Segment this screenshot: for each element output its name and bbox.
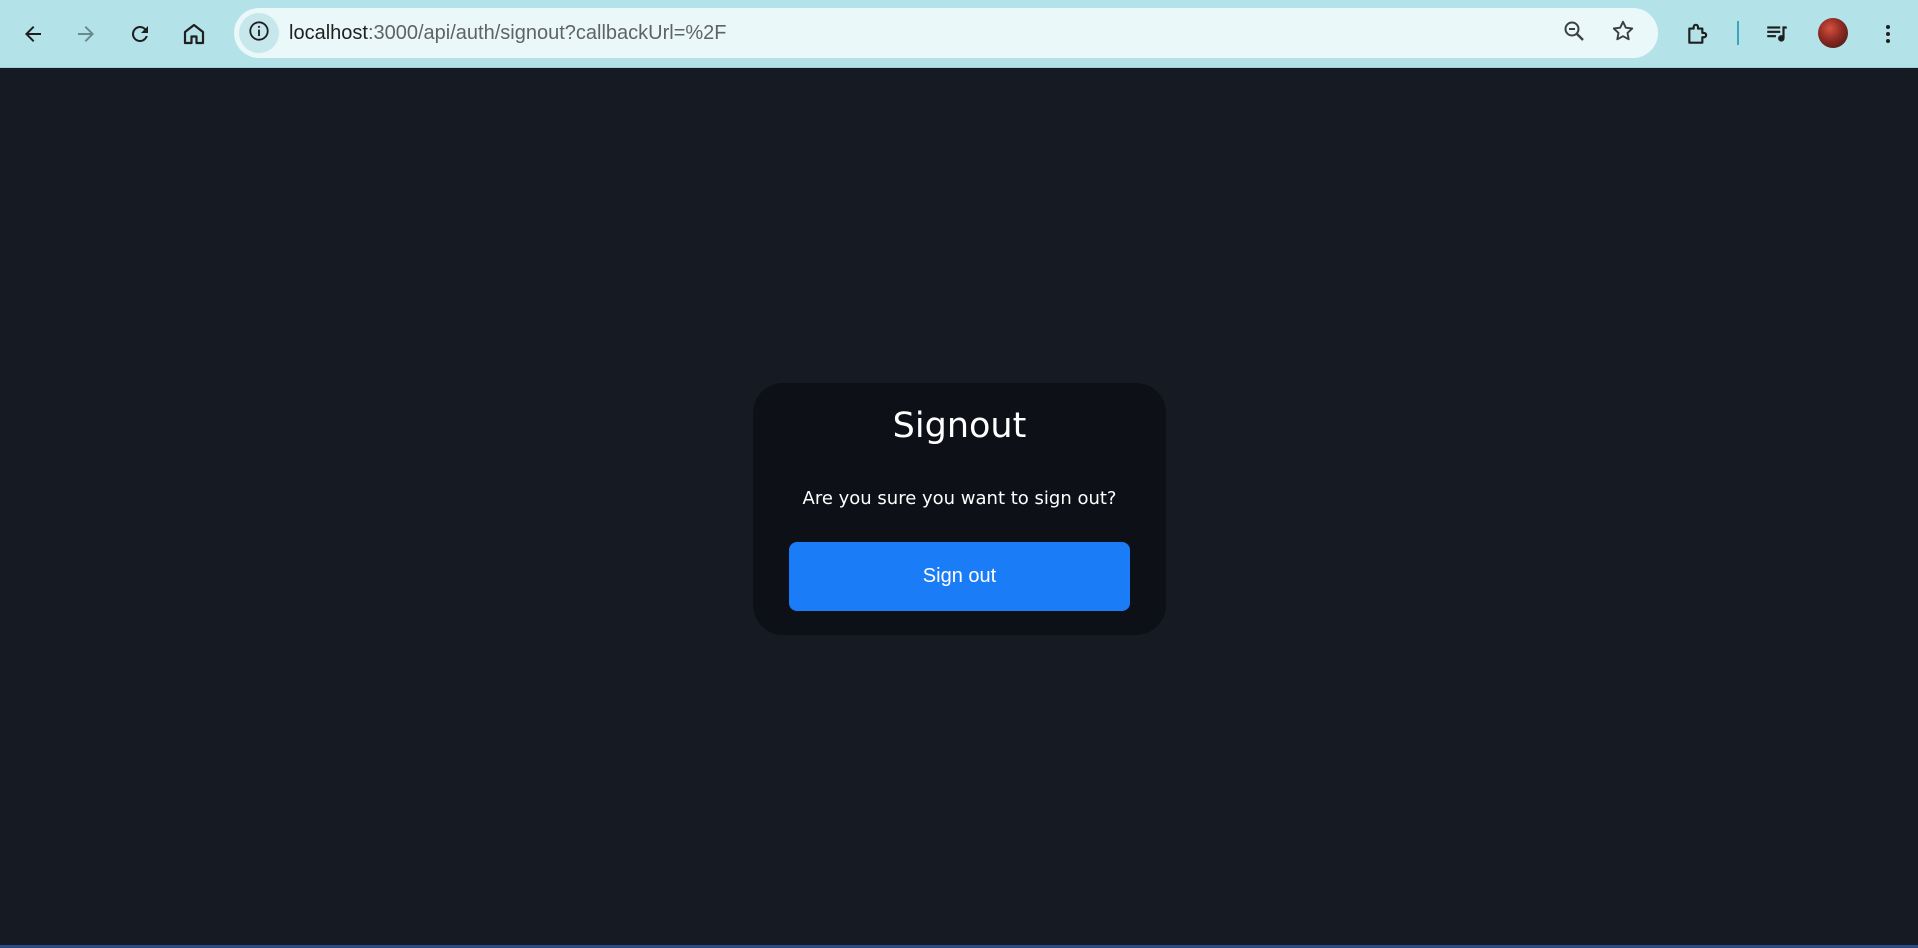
browser-menu-button[interactable] <box>1866 12 1910 56</box>
url-path: :3000/api/auth/signout?callbackUrl=%2F <box>367 22 727 44</box>
address-bar[interactable]: localhost:3000/api/auth/signout?callback… <box>234 8 1658 58</box>
reload-icon <box>128 22 152 46</box>
home-button[interactable] <box>172 12 216 56</box>
reload-button[interactable] <box>118 12 162 56</box>
url-text[interactable]: localhost:3000/api/auth/signout?callback… <box>289 8 727 58</box>
signout-message: Are you sure you want to sign out? <box>802 488 1117 509</box>
home-icon <box>182 22 206 46</box>
forward-button[interactable] <box>64 12 108 56</box>
arrow-left-icon <box>21 22 45 46</box>
extensions-button[interactable] <box>1676 12 1720 56</box>
zoom-button[interactable] <box>1554 13 1594 53</box>
kebab-menu-icon <box>1876 22 1900 46</box>
bookmark-button[interactable] <box>1603 13 1643 53</box>
site-info-button[interactable] <box>239 13 279 53</box>
star-icon <box>1611 19 1635 47</box>
toolbar-divider <box>1737 21 1739 45</box>
url-host: localhost <box>289 22 368 44</box>
info-icon <box>248 20 270 46</box>
profile-avatar[interactable] <box>1818 18 1848 48</box>
sign-out-button[interactable]: Sign out <box>789 542 1130 611</box>
arrow-right-icon <box>74 22 98 46</box>
zoom-out-icon <box>1562 19 1586 47</box>
media-button[interactable] <box>1755 12 1799 56</box>
back-button[interactable] <box>11 12 55 56</box>
puzzle-icon <box>1685 21 1711 47</box>
page-title: Signout <box>892 406 1027 446</box>
signout-card: Signout Are you sure you want to sign ou… <box>753 383 1166 635</box>
browser-toolbar: localhost:3000/api/auth/signout?callback… <box>0 0 1918 68</box>
playlist-music-icon <box>1764 21 1790 47</box>
